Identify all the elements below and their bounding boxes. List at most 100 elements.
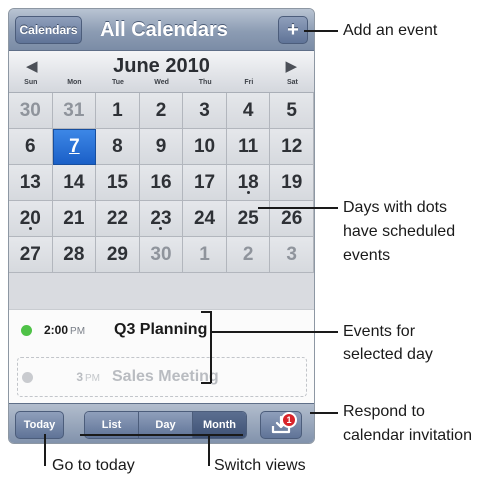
- day-number: 5: [286, 99, 297, 121]
- callout-events-line-2: selected day: [343, 346, 433, 363]
- day-cell[interactable]: 30: [9, 93, 53, 129]
- previous-month-icon[interactable]: ◀: [26, 57, 38, 75]
- day-cell[interactable]: 31: [52, 93, 97, 129]
- callout-dots-line-3: events: [343, 247, 391, 264]
- callout-go-to-today: Go to today: [52, 457, 135, 474]
- event-row-pending[interactable]: 3 PM Sales Meeting: [17, 357, 307, 397]
- day-cell[interactable]: 13: [9, 165, 53, 201]
- day-cell[interactable]: 21: [52, 201, 97, 237]
- day-number: 13: [19, 171, 41, 193]
- callout-dots-line-2: have scheduled: [343, 223, 456, 240]
- day-cell[interactable]: 3: [270, 237, 314, 273]
- next-month-icon[interactable]: ▶: [285, 57, 297, 75]
- day-cell[interactable]: 14: [52, 165, 97, 201]
- day-cell[interactable]: 19: [270, 165, 314, 201]
- day-number: 29: [106, 243, 128, 265]
- day-cell[interactable]: 30: [139, 237, 184, 273]
- day-cell[interactable]: 28: [52, 237, 97, 273]
- day-number: 14: [63, 171, 85, 193]
- day-cell[interactable]: 29: [96, 237, 140, 273]
- event-time: 3 PM: [76, 370, 100, 384]
- day-number: 27: [19, 243, 41, 265]
- calendar-screen: Calendars All Calendars + ◀ June 2010 ▶ …: [8, 8, 315, 444]
- plus-icon: +: [287, 18, 299, 41]
- event-indicator-dot: [246, 191, 250, 194]
- day-cell[interactable]: 1: [96, 93, 140, 129]
- day-cell[interactable]: 2: [139, 93, 184, 129]
- nav-bar: Calendars All Calendars +: [9, 9, 314, 51]
- day-cell[interactable]: 3: [183, 93, 227, 129]
- day-number: 3: [199, 99, 210, 121]
- day-number: 12: [281, 135, 303, 157]
- day-cell[interactable]: 23: [139, 201, 184, 237]
- day-number: 25: [237, 207, 259, 229]
- day-number: 2: [242, 243, 254, 265]
- day-cell[interactable]: 12: [270, 129, 314, 165]
- day-number: 1: [112, 99, 123, 121]
- today-button[interactable]: Today: [15, 411, 64, 439]
- weekday-label: Sun: [24, 79, 38, 86]
- day-number: 11: [238, 135, 259, 157]
- weekday-label: Mon: [67, 79, 82, 86]
- day-cell[interactable]: 11: [226, 129, 271, 165]
- calendars-button[interactable]: Calendars: [15, 16, 82, 44]
- day-cell[interactable]: 18: [226, 165, 271, 201]
- day-cell[interactable]: 20: [9, 201, 53, 237]
- day-number: 31: [63, 99, 85, 121]
- callout-line: [201, 382, 211, 384]
- bottom-toolbar: Today List Day Month 1: [9, 403, 314, 443]
- day-cell[interactable]: 17: [183, 165, 227, 201]
- day-cell[interactable]: 15: [96, 165, 140, 201]
- day-number: 19: [281, 171, 303, 193]
- calendar-color-dot: [22, 371, 33, 383]
- day-cell[interactable]: 22: [96, 201, 140, 237]
- selected-day-cell[interactable]: 7: [52, 129, 97, 165]
- callout-dots-line-1: Days with dots: [343, 199, 448, 216]
- day-cell[interactable]: 10: [183, 129, 227, 165]
- weekday-label: Wed: [154, 79, 169, 86]
- day-number: 4: [242, 99, 254, 121]
- day-number: 24: [193, 207, 216, 229]
- day-cell[interactable]: 9: [139, 129, 184, 165]
- callout-switch-views: Switch views: [214, 457, 306, 474]
- month-title: June 2010: [113, 55, 210, 77]
- callout-line: [310, 412, 338, 414]
- page-title: All Calendars: [100, 19, 228, 41]
- day-cell[interactable]: 1: [183, 237, 227, 273]
- day-cell[interactable]: 27: [9, 237, 53, 273]
- day-cell[interactable]: 6: [9, 129, 53, 165]
- callout-line: [258, 207, 338, 209]
- event-title: Q3 Planning: [114, 321, 208, 338]
- day-number: 7: [69, 136, 80, 157]
- month-grid: 30 31 1 2 3 4 5 6 7 8 9 10 11 12 13 14 15 16 17 18 19 20 21 22 2…: [9, 93, 314, 309]
- day-cell[interactable]: 4: [226, 93, 271, 129]
- event-time: 2:00 PM: [44, 323, 86, 337]
- weekday-label: Sat: [286, 79, 298, 86]
- month-header: ◀ June 2010 ▶ Sun Mon Tue Wed Thu Fri Sa…: [9, 51, 314, 93]
- weekday-label: Tue: [112, 79, 124, 86]
- callout-line: [210, 311, 212, 383]
- callout-respond-line-1: Respond to: [343, 403, 425, 420]
- day-cell[interactable]: 2: [226, 237, 271, 273]
- day-number: 10: [193, 135, 216, 157]
- callout-line: [44, 434, 46, 466]
- day-cell[interactable]: 5: [270, 93, 314, 129]
- day-number: 9: [155, 135, 167, 157]
- invitation-badge: 1: [281, 412, 297, 428]
- event-row[interactable]: 2:00 PM Q3 Planning: [9, 310, 314, 350]
- day-number: 16: [150, 171, 172, 193]
- day-number: 28: [63, 243, 85, 265]
- day-number: 17: [193, 171, 216, 193]
- event-list: 2:00 PM Q3 Planning 3 PM Sales Meeting: [9, 309, 314, 403]
- day-number: 6: [24, 135, 36, 157]
- day-number: 26: [281, 207, 303, 229]
- invitations-button[interactable]: 1: [260, 411, 302, 439]
- day-cell[interactable]: 16: [139, 165, 184, 201]
- day-number: 1: [199, 243, 210, 265]
- day-number: 22: [106, 207, 128, 229]
- day-cell[interactable]: 8: [96, 129, 140, 165]
- day-number: 3: [286, 243, 297, 265]
- day-number: 30: [19, 99, 41, 121]
- day-cell[interactable]: 24: [183, 201, 227, 237]
- callout-line: [208, 435, 210, 466]
